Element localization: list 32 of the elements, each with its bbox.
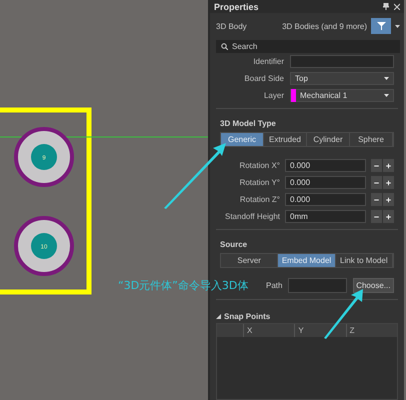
step-button[interactable]: − xyxy=(371,210,382,223)
column-header: Z xyxy=(346,324,397,337)
step-button[interactable]: + xyxy=(383,193,394,206)
number-field[interactable]: 0mm xyxy=(285,210,366,223)
section-title: Source xyxy=(220,239,248,249)
field-label: Rotation Y° xyxy=(238,178,280,187)
panel-title: Properties xyxy=(214,2,259,12)
field-label: Layer xyxy=(262,91,284,100)
section-title: Snap Points xyxy=(224,312,270,321)
field-label: Identifier xyxy=(252,57,284,66)
selection-count: 3D Bodies (and 9 more) xyxy=(282,22,367,30)
field-label: Standoff Height xyxy=(224,212,280,221)
step-button[interactable]: − xyxy=(371,176,382,189)
step-button[interactable]: + xyxy=(383,176,394,189)
number-field[interactable]: 0.000 xyxy=(285,159,366,172)
column-header: X xyxy=(243,324,294,337)
choose-button[interactable]: Choose... xyxy=(352,278,394,293)
number-field[interactable]: 0.000 xyxy=(285,193,366,206)
layer-dropdown[interactable]: Mechanical 1 xyxy=(290,89,394,102)
search-field[interactable]: Search xyxy=(216,40,400,53)
step-button[interactable]: − xyxy=(371,193,382,206)
field-label: Rotation Z° xyxy=(238,195,280,204)
field-label: Path xyxy=(266,281,282,290)
section-title: 3D Model Type xyxy=(220,118,277,128)
field-label: Rotation X° xyxy=(238,161,280,170)
field-label: Board Side xyxy=(243,74,284,83)
step-button[interactable]: − xyxy=(371,159,382,172)
object-type: 3D Body xyxy=(216,22,247,30)
number-field[interactable]: 0.000 xyxy=(285,176,366,189)
dropdown-field[interactable]: Top xyxy=(290,72,394,85)
step-button[interactable]: + xyxy=(383,210,394,223)
step-button[interactable]: + xyxy=(383,159,394,172)
